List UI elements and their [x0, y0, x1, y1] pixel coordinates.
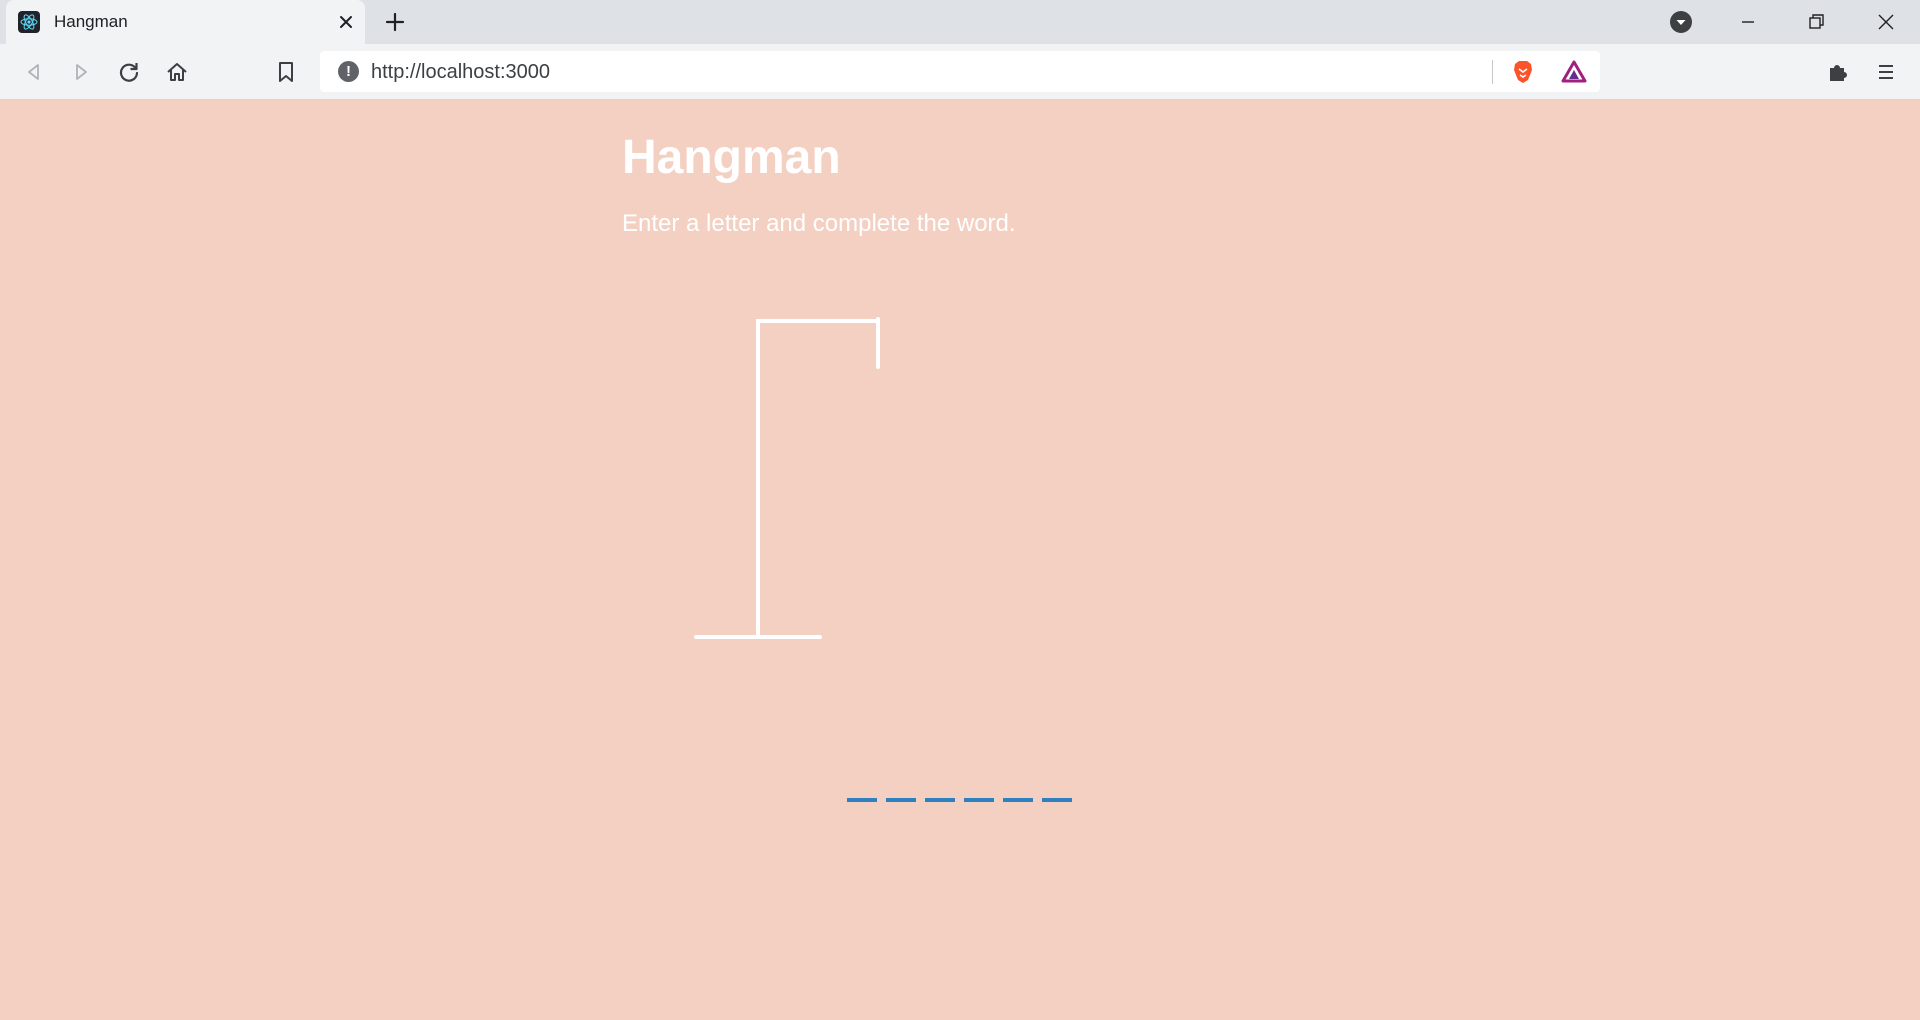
tab-hangman[interactable]: Hangman	[6, 0, 365, 44]
triangle-icon[interactable]	[1560, 58, 1588, 86]
letter-slot	[964, 768, 994, 802]
url-text[interactable]: http://localhost:3000	[371, 61, 550, 84]
letter-slot	[1042, 768, 1072, 802]
letter-slot	[1003, 768, 1033, 802]
react-icon	[18, 11, 40, 33]
info-icon[interactable]: !	[338, 61, 359, 82]
page-subtitle: Enter a letter and complete the word.	[622, 210, 1016, 237]
reload-icon[interactable]	[115, 58, 143, 86]
tab-title: Hangman	[54, 12, 128, 31]
browser-window: Hangman ! http://localhost:3000 Hangman …	[0, 0, 1920, 1020]
omnibox-divider	[1492, 60, 1493, 84]
home-icon[interactable]	[163, 58, 191, 86]
page-content: Hangman Enter a letter and complete the …	[0, 100, 1920, 1020]
close-icon[interactable]	[1872, 8, 1900, 36]
letter-slot	[925, 768, 955, 802]
address-bar[interactable]: ! http://localhost:3000	[320, 51, 1600, 92]
restore-icon[interactable]	[1802, 8, 1830, 36]
tab-strip: Hangman	[0, 0, 1920, 44]
tab-search-icon[interactable]	[1670, 11, 1692, 33]
word-slots	[847, 768, 1072, 802]
toolbar: ! http://localhost:3000	[0, 44, 1920, 100]
menu-icon[interactable]	[1872, 58, 1900, 86]
puzzle-icon[interactable]	[1824, 58, 1852, 86]
letter-slot	[847, 768, 877, 802]
back-arrow-icon[interactable]	[20, 58, 48, 86]
bookmark-icon[interactable]	[272, 58, 300, 86]
letter-slot	[886, 768, 916, 802]
hangman-gallows	[694, 317, 880, 639]
plus-icon[interactable]	[383, 10, 407, 34]
page-title: Hangman	[622, 131, 841, 184]
minimize-icon[interactable]	[1734, 8, 1762, 36]
forward-arrow-icon[interactable]	[67, 58, 95, 86]
close-icon[interactable]	[335, 11, 357, 33]
brave-lion-icon[interactable]	[1509, 58, 1537, 86]
